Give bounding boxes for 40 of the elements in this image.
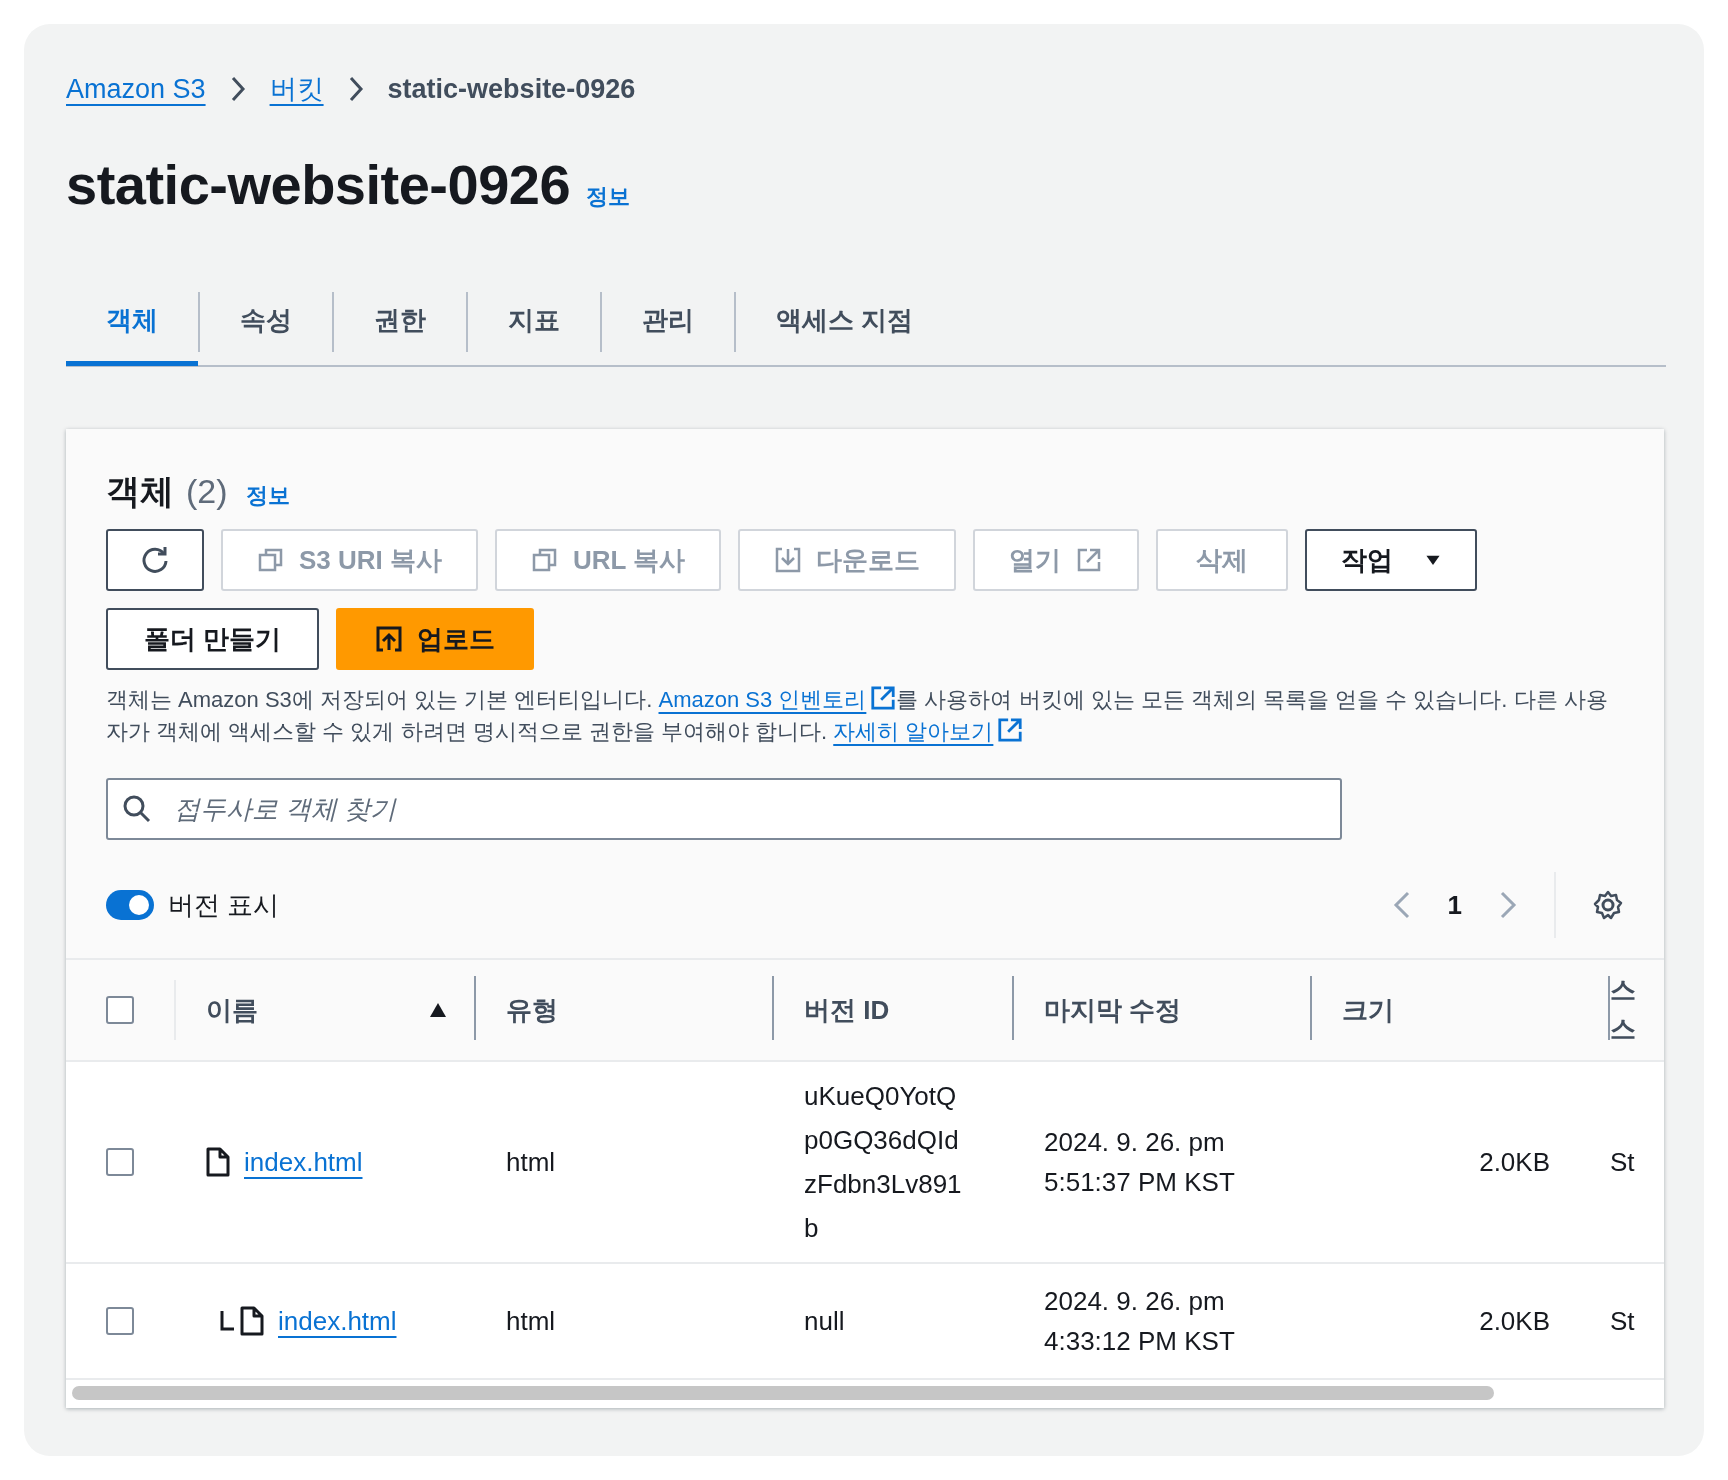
external-link[interactable]: 자세히 알아보기 bbox=[833, 719, 1024, 744]
table-cell-text: uKueQ0YotQp0GQ36dQIdzFdbn3Lv891b bbox=[804, 1080, 963, 1245]
table-cell-text: 2024. 9. 26. pm 4:33:12 PM KST bbox=[1044, 1285, 1236, 1358]
table-cell: St bbox=[1610, 1305, 1635, 1337]
breadcrumb-link[interactable]: Amazon S3 bbox=[66, 73, 206, 105]
column-header[interactable]: 스 스 bbox=[1610, 971, 1636, 1049]
toolbar-button[interactable]: 폴더 만들기 bbox=[106, 608, 319, 670]
breadcrumb-link[interactable]: 버킷 bbox=[269, 71, 324, 107]
object-count: (2) bbox=[186, 472, 228, 511]
table-cell-text: null bbox=[804, 1305, 845, 1338]
actions-dropdown[interactable]: 작업 bbox=[1305, 529, 1478, 591]
external-link[interactable]: Amazon S3 인벤토리 bbox=[658, 687, 897, 712]
table-cell: html bbox=[506, 1305, 556, 1337]
page-title: static-website-0926 bbox=[66, 152, 571, 217]
table-cell: html bbox=[506, 1146, 556, 1178]
column-header[interactable]: 크기 bbox=[1342, 992, 1394, 1028]
description-text: 객체는 Amazon S3에 저장되어 있는 기본 엔터티입니다. Amazon S3 인벤토리 를 사용하여 버킷에 있는 모든 객체의 목록을 얻을 수 있습니다. 다른 사용자가 객체에 액세스할 수 있게 하려면 명시적으로 권한을 부여해야 합니다. 자세히 알아보기 bbox=[106, 684, 1609, 746]
column-header[interactable]: 버전 ID bbox=[804, 992, 890, 1028]
tab[interactable]: 액세스 지점 bbox=[736, 280, 954, 366]
table-cell: St bbox=[1610, 1146, 1635, 1178]
object-name-link[interactable]: index.html bbox=[244, 1146, 363, 1178]
table-cell: 2.0KB bbox=[1479, 1305, 1550, 1337]
search-field[interactable]: 접두사로 객체 찾기 bbox=[106, 778, 1342, 840]
column-header[interactable]: 마지막 수정 bbox=[1044, 990, 1182, 1030]
tab[interactable]: 지표 bbox=[468, 280, 600, 366]
table-cell: 2.0KB bbox=[1479, 1146, 1550, 1178]
section-title: 객체 bbox=[106, 471, 174, 512]
upload-button[interactable]: 업로드 bbox=[336, 608, 534, 670]
object-name-link[interactable]: index.html bbox=[278, 1305, 397, 1337]
tab[interactable]: 권한 bbox=[334, 280, 466, 366]
toggle-label: 버전 표시 bbox=[168, 888, 280, 922]
tab[interactable]: 관리 bbox=[602, 280, 734, 366]
column-header[interactable]: 유형 bbox=[506, 992, 558, 1028]
breadcrumb-current: static-website-0926 bbox=[387, 73, 636, 105]
info-link[interactable]: 정보 bbox=[245, 481, 290, 511]
table-cell-text: 2024. 9. 26. pm 5:51:37 PM KST bbox=[1044, 1126, 1236, 1199]
column-header[interactable]: 이름 bbox=[206, 992, 258, 1028]
page-number[interactable]: 1 bbox=[1447, 889, 1462, 921]
tab[interactable]: 속성 bbox=[200, 280, 332, 366]
info-link[interactable]: 정보 bbox=[586, 182, 631, 212]
